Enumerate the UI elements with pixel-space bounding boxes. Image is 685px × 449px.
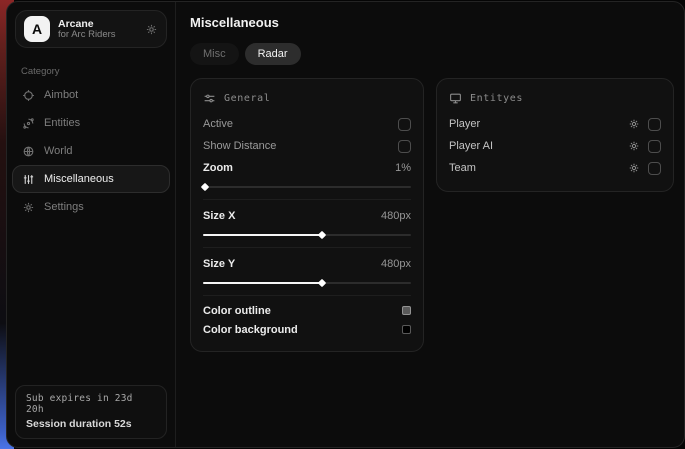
sidebar-item-miscellaneous[interactable]: Miscellaneous	[12, 165, 170, 193]
sidebar-item-label: Entities	[44, 117, 80, 129]
brand-subtitle: for Arc Riders	[58, 30, 137, 41]
color-background-row: Color background	[203, 320, 411, 339]
color-outline-label: Color outline	[203, 305, 271, 317]
active-row: Active	[203, 113, 411, 135]
cards-row: General Active Show Distance Zoom 1%	[190, 78, 674, 352]
brand-text: Arcane for Arc Riders	[58, 18, 137, 41]
sidebar: A Arcane for Arc Riders Category	[7, 2, 176, 447]
color-outline-row: Color outline	[203, 301, 411, 320]
brand-card: A Arcane for Arc Riders	[15, 10, 167, 48]
player-ai-row: Player AI	[449, 135, 661, 157]
gear-icon[interactable]	[628, 118, 640, 130]
size-y-label: Size Y	[203, 258, 235, 270]
team-checkbox[interactable]	[648, 162, 661, 175]
player-ai-label: Player AI	[449, 140, 628, 152]
slider-thumb[interactable]	[317, 278, 325, 286]
zoom-value: 1%	[395, 162, 411, 174]
page-title: Miscellaneous	[190, 15, 674, 30]
sidebar-item-label: Miscellaneous	[44, 173, 114, 185]
size-y-group: Size Y 480px	[203, 253, 411, 296]
gear-icon[interactable]	[628, 140, 640, 152]
size-x-label: Size X	[203, 210, 235, 222]
subscription-card: Sub expires in 23d 20h Session duration …	[15, 385, 167, 439]
color-background-label: Color background	[203, 324, 298, 336]
tab-misc[interactable]: Misc	[190, 43, 239, 65]
slider-fill	[203, 282, 322, 284]
zoom-group: Zoom 1%	[203, 157, 411, 200]
entities-card: Entityes Player Player AI	[436, 78, 674, 192]
team-row: Team	[449, 157, 661, 179]
size-x-slider[interactable]	[203, 231, 411, 238]
zoom-label: Zoom	[203, 162, 233, 174]
sidebar-item-aimbot[interactable]: Aimbot	[12, 81, 170, 109]
tab-radar[interactable]: Radar	[245, 43, 301, 65]
size-x-group: Size X 480px	[203, 205, 411, 248]
gear-icon	[22, 201, 35, 214]
slider-thumb[interactable]	[317, 230, 325, 238]
gear-icon[interactable]	[145, 23, 158, 36]
slider-fill	[203, 234, 322, 236]
grid-sliders-icon	[22, 173, 35, 186]
show-distance-label: Show Distance	[203, 140, 276, 152]
entities-icon	[22, 117, 35, 130]
sidebar-item-entities[interactable]: Entities	[12, 109, 170, 137]
size-y-value: 480px	[381, 258, 411, 270]
general-card-title: General	[224, 93, 270, 104]
slider-track	[203, 186, 411, 188]
player-checkbox[interactable]	[648, 118, 661, 131]
sliders-horizontal-icon	[203, 92, 216, 105]
sidebar-item-label: World	[44, 145, 73, 157]
player-label: Player	[449, 118, 628, 130]
zoom-slider[interactable]	[203, 183, 411, 190]
sidebar-item-world[interactable]: World	[12, 137, 170, 165]
general-card-header: General	[203, 92, 411, 105]
gear-icon[interactable]	[628, 162, 640, 174]
app-window: A Arcane for Arc Riders Category	[6, 1, 685, 448]
category-label: Category	[21, 66, 175, 77]
show-distance-row: Show Distance	[203, 135, 411, 157]
sidebar-item-label: Aimbot	[44, 89, 78, 101]
size-x-value: 480px	[381, 210, 411, 222]
globe-icon	[22, 145, 35, 158]
general-card: General Active Show Distance Zoom 1%	[190, 78, 424, 352]
size-x-row: Size X 480px	[203, 207, 411, 225]
player-row: Player	[449, 113, 661, 135]
entities-card-title: Entityes	[470, 93, 523, 104]
session-duration-text: Session duration 52s	[26, 418, 156, 430]
slider-thumb[interactable]	[201, 182, 209, 190]
zoom-row: Zoom 1%	[203, 159, 411, 177]
active-label: Active	[203, 118, 233, 130]
main-content: Miscellaneous Misc Radar General Active	[176, 2, 685, 447]
sidebar-item-label: Settings	[44, 201, 84, 213]
brand-avatar: A	[24, 16, 50, 42]
tab-bar: Misc Radar	[190, 43, 674, 65]
size-y-row: Size Y 480px	[203, 255, 411, 273]
team-label: Team	[449, 162, 628, 174]
active-checkbox[interactable]	[398, 118, 411, 131]
color-outline-swatch[interactable]	[402, 306, 411, 315]
crosshair-icon	[22, 89, 35, 102]
size-y-slider[interactable]	[203, 279, 411, 286]
monitor-icon	[449, 92, 462, 105]
entities-card-header: Entityes	[449, 92, 661, 105]
sub-expiry-text: Sub expires in 23d 20h	[26, 393, 156, 415]
sidebar-item-settings[interactable]: Settings	[12, 193, 170, 221]
color-background-swatch[interactable]	[402, 325, 411, 334]
player-ai-checkbox[interactable]	[648, 140, 661, 153]
brand-title: Arcane	[58, 18, 137, 30]
sidebar-nav: Aimbot Entities World	[7, 81, 175, 221]
show-distance-checkbox[interactable]	[398, 140, 411, 153]
